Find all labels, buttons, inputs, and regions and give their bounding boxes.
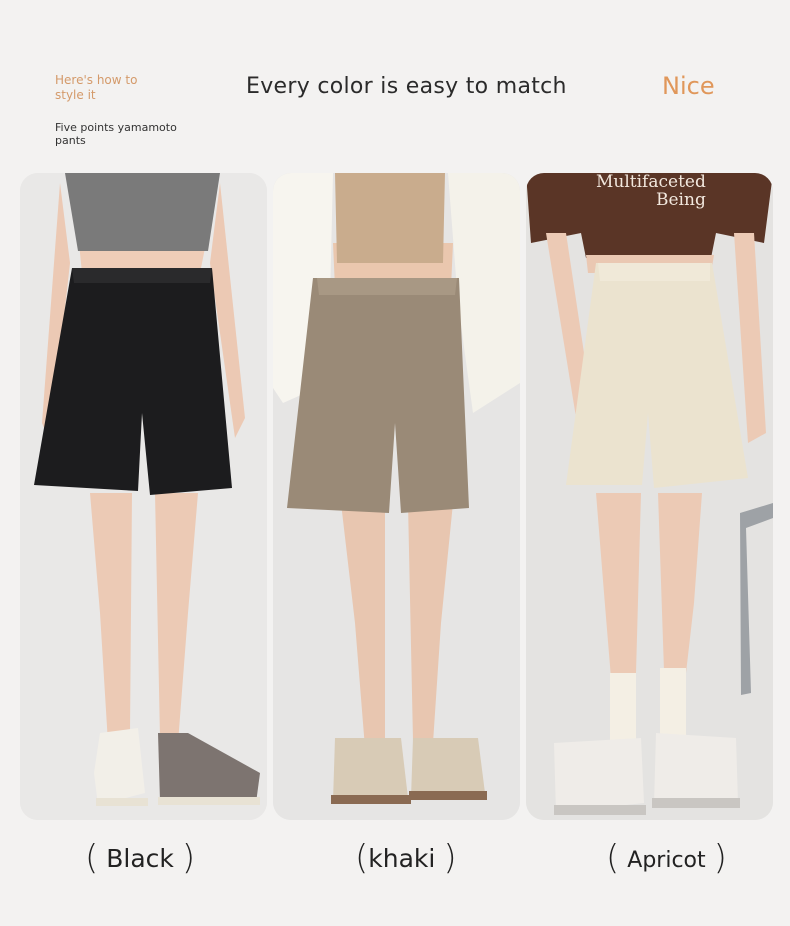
style-tip: Here's how to style it [55, 73, 137, 103]
style-tip-line-2: style it [55, 88, 96, 102]
style-tip-line-1: Here's how to [55, 73, 138, 87]
model-khaki-illustration [273, 173, 520, 820]
color-label-apricot: Apricot [627, 848, 706, 873]
product-photo-apricot: Multifaceted Being [526, 173, 773, 820]
model-apricot-illustration: Multifaceted Being [526, 173, 773, 820]
product-subtitle-line-1: Five points yamamoto [55, 121, 177, 134]
caption-khaki: (khaki) [355, 838, 457, 878]
nice-accent: Nice [662, 72, 715, 100]
shirt-print-line-2: Being [656, 190, 706, 210]
product-subtitle-line-2: pants [55, 134, 86, 147]
close-paren: ) [713, 838, 727, 878]
caption-black: (Black) [85, 838, 195, 878]
color-label-black: Black [106, 844, 174, 873]
color-label-khaki: khaki [368, 844, 436, 873]
open-paren: ( [85, 838, 99, 878]
page-title: Every color is easy to match [246, 74, 567, 99]
product-photo-black [20, 173, 267, 820]
open-paren: ( [355, 838, 369, 878]
close-paren: ) [181, 838, 196, 878]
product-subtitle: Five points yamamoto pants [55, 121, 177, 147]
caption-apricot: ( Apricot) [606, 838, 727, 878]
model-black-illustration [20, 173, 267, 820]
close-paren: ) [443, 838, 457, 878]
product-photo-khaki [273, 173, 520, 820]
open-paren: ( [606, 838, 620, 878]
